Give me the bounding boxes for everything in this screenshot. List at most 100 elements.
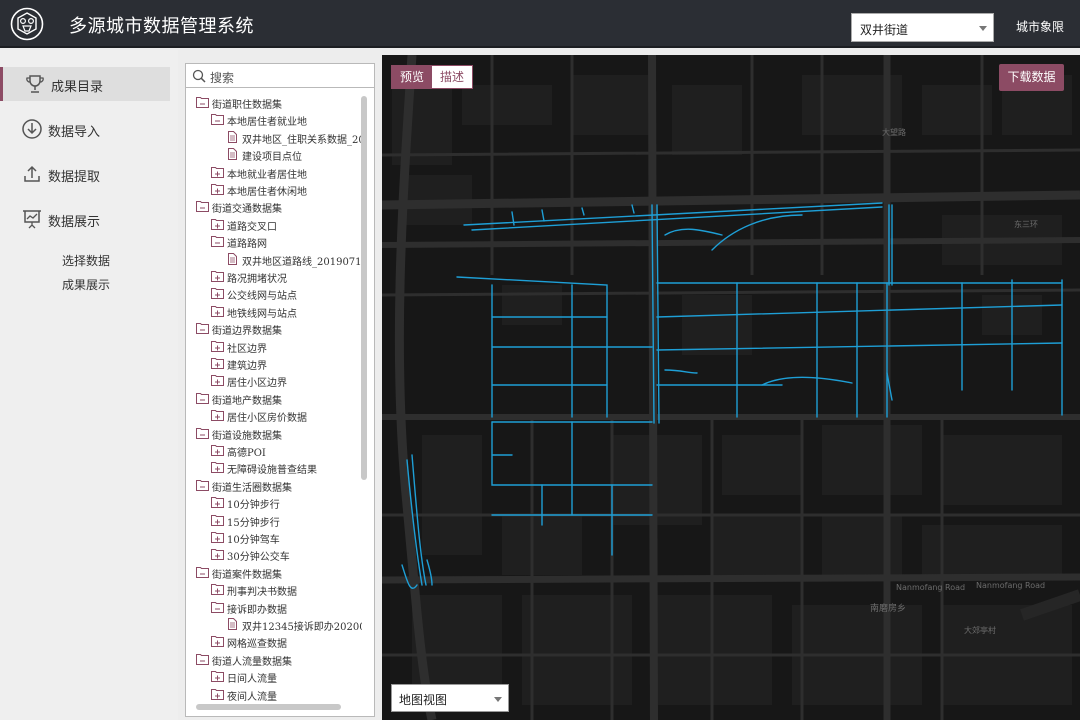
folder-expand-icon[interactable]	[211, 635, 224, 648]
map-road-label: 大望路	[882, 128, 906, 137]
tree-node-label: 本地居住者就业地	[227, 117, 307, 129]
tree-node-label: 建设项目点位	[242, 152, 302, 164]
nav-item-import[interactable]: 数据导入	[0, 112, 170, 146]
folder-expand-icon[interactable]	[211, 514, 224, 526]
folder-collapse-icon[interactable]	[196, 322, 209, 335]
tree-node-label: 街道设施数据集	[212, 430, 282, 442]
tree-node-label: 居住小区房价数据	[227, 413, 307, 425]
dataset-tree-panel: 搜索 街道职住数据集本地居住者就业地双井地区_住职关系数据_2019 建设项目点位…	[185, 63, 375, 717]
logo-icon	[10, 7, 44, 41]
tree-node-label: 双井地区道路线_20190719	[242, 256, 362, 268]
file-icon[interactable]	[226, 148, 239, 161]
tree-node-label: 居住小区边界	[227, 378, 287, 390]
sub-item-select-data[interactable]: 选择数据	[62, 252, 110, 269]
folder-collapse-icon[interactable]	[211, 601, 224, 613]
nav-item-results[interactable]: 成果目录	[0, 67, 170, 101]
file-icon[interactable]	[226, 130, 239, 143]
folder-expand-icon[interactable]	[211, 374, 224, 387]
side-nav: 成果目录 数据导入 数据提取 数据展示 选择数据 成果展示	[0, 50, 178, 720]
trophy-icon	[26, 75, 44, 93]
folder-collapse-icon[interactable]	[196, 96, 209, 108]
tree-node-label: 双井12345接诉即办202006	[242, 622, 362, 633]
search-input[interactable]: 搜索	[186, 64, 374, 88]
tree-node-label: 路况拥堵状况	[227, 274, 287, 285]
tree-node-label: 30分钟公交车	[227, 552, 290, 564]
chevron-down-icon	[979, 26, 987, 31]
tab-describe[interactable]: 描述	[432, 66, 473, 88]
map-road-label: Nanmofang Road	[976, 581, 1046, 590]
tree-horizontal-scrollbar[interactable]	[196, 704, 341, 710]
folder-expand-icon[interactable]	[211, 357, 224, 369]
presentation-icon	[23, 210, 41, 229]
map-place-label: 南磨房乡	[870, 604, 907, 614]
folder-expand-icon[interactable]	[211, 688, 224, 700]
district-select-value: 双井街道	[860, 23, 909, 37]
tree-node-label: 街道职住数据集	[212, 100, 282, 111]
map-canvas[interactable]	[382, 55, 1080, 720]
district-select[interactable]: 双井街道	[851, 13, 994, 42]
folder-expand-icon[interactable]	[211, 340, 224, 352]
folder-expand-icon[interactable]	[211, 218, 224, 230]
folder-expand-icon[interactable]	[211, 583, 224, 596]
folder-expand-icon[interactable]	[211, 461, 224, 474]
folder-collapse-icon[interactable]	[196, 392, 209, 404]
folder-collapse-icon[interactable]	[196, 427, 209, 439]
tree-node-label: 刑事判决书数据	[227, 587, 297, 599]
nav-item-display[interactable]: 数据展示	[0, 202, 170, 236]
folder-expand-icon[interactable]	[211, 496, 224, 509]
tree-node-label: 本地居住者休闲地	[227, 187, 307, 198]
file-icon[interactable]	[226, 618, 239, 630]
folder-expand-icon[interactable]	[211, 287, 224, 300]
tree-node-label: 街道边界数据集	[212, 326, 282, 338]
tab-preview[interactable]: 预览	[392, 66, 433, 88]
folder-expand-icon[interactable]	[211, 548, 224, 561]
map-view-select[interactable]: 地图视图	[391, 684, 509, 712]
tree-node-label: 公交线网与站点	[227, 291, 297, 303]
map-view[interactable]: 大望路 东三环 Nanmofang Road Nanmofang Road 南磨…	[382, 55, 1080, 720]
folder-expand-icon[interactable]	[211, 270, 224, 282]
folder-collapse-icon[interactable]	[196, 479, 209, 491]
tree-node-label: 建筑边界	[227, 361, 267, 372]
map-road-label: Nanmofang Road	[896, 583, 966, 592]
search-icon	[192, 69, 206, 83]
nav-label: 数据展示	[48, 215, 101, 230]
tree-node-label: 本地就业者居住地	[227, 169, 307, 181]
map-road-label: 东三环	[1014, 220, 1038, 229]
tree-node-label: 接诉即办数据	[227, 604, 287, 616]
search-placeholder: 搜索	[210, 71, 235, 85]
download-icon	[22, 119, 42, 139]
folder-expand-icon[interactable]	[211, 670, 224, 683]
app-title: 多源城市数据管理系统	[69, 16, 254, 37]
nav-item-extract[interactable]: 数据提取	[0, 157, 170, 191]
tree-node-label: 10分钟步行	[227, 500, 280, 512]
tree-node-label: 街道人流量数据集	[212, 656, 292, 668]
upload-icon	[24, 165, 40, 182]
folder-expand-icon[interactable]	[211, 183, 224, 195]
folder-expand-icon[interactable]	[211, 305, 224, 317]
sub-item-results-display[interactable]: 成果展示	[62, 276, 110, 293]
user-name[interactable]: 城市象限	[1016, 18, 1064, 35]
folder-collapse-icon[interactable]	[196, 566, 209, 578]
tree-node-label: 日间人流量	[227, 674, 277, 686]
folder-expand-icon[interactable]	[211, 531, 224, 543]
map-tab-group: 预览 描述	[391, 65, 474, 89]
tree-node-label: 道路路网	[227, 239, 267, 251]
folder-collapse-icon[interactable]	[196, 653, 209, 665]
map-place-label: 大郊亭村	[964, 626, 996, 635]
tree-node-label: 街道案件数据集	[212, 569, 282, 581]
folder-expand-icon[interactable]	[211, 409, 224, 422]
map-view-select-value: 地图视图	[399, 693, 448, 707]
tree-vertical-scrollbar[interactable]	[361, 96, 367, 480]
dataset-tree: 街道职住数据集本地居住者就业地双井地区_住职关系数据_2019 建设项目点位本地就…	[186, 94, 362, 704]
tree-node-label: 高德POI	[227, 448, 266, 459]
tree-node-label: 15分钟步行	[227, 517, 280, 529]
folder-expand-icon[interactable]	[211, 166, 224, 178]
folder-expand-icon[interactable]	[211, 444, 224, 456]
tree-node-label: 地铁线网与站点	[227, 308, 297, 320]
download-data-button[interactable]: 下载数据	[999, 64, 1064, 91]
folder-collapse-icon[interactable]	[211, 113, 224, 126]
folder-collapse-icon[interactable]	[196, 200, 209, 213]
file-icon[interactable]	[226, 252, 239, 265]
tree-node-label: 无障碍设施普查结果	[227, 465, 317, 477]
folder-collapse-icon[interactable]	[211, 235, 224, 248]
